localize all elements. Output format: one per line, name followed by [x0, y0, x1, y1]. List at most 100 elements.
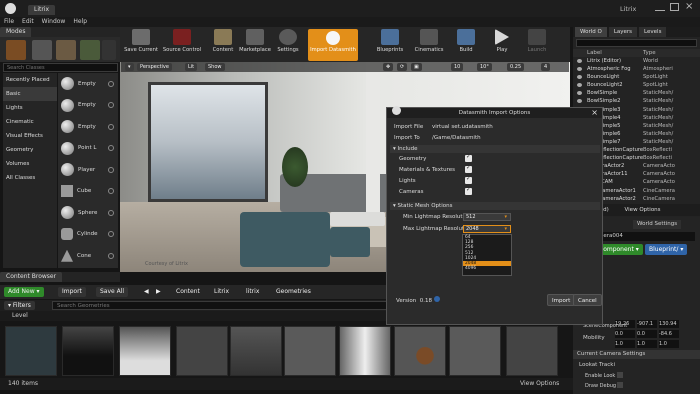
- category-geometry[interactable]: Geometry: [3, 143, 57, 157]
- place-item[interactable]: Point L: [58, 138, 118, 160]
- content-button[interactable]: Content: [210, 29, 236, 61]
- outliner-search-input[interactable]: [576, 39, 697, 47]
- path-content[interactable]: Content: [172, 287, 204, 297]
- tab-world-outliner[interactable]: World O: [575, 27, 607, 37]
- place-item[interactable]: Empty: [58, 95, 118, 117]
- tab-levels[interactable]: Levels: [639, 27, 667, 37]
- place-mode-button[interactable]: [6, 40, 26, 60]
- document-tab[interactable]: Litrix: [28, 5, 56, 15]
- materials-checkbox[interactable]: [465, 164, 472, 173]
- path-forward-button[interactable]: ▶: [152, 287, 165, 297]
- lightmap-option[interactable]: 4096: [463, 266, 511, 271]
- actor-name-field[interactable]: mera004: [595, 232, 695, 241]
- visibility-eye-icon[interactable]: [577, 91, 582, 96]
- marketplace-button[interactable]: Marketplace: [238, 29, 272, 61]
- geometry-checkbox[interactable]: [465, 153, 472, 162]
- cancel-dialog-button[interactable]: Cancel: [573, 294, 602, 306]
- lit-button[interactable]: Lit: [185, 63, 198, 71]
- place-item[interactable]: Cylinde: [58, 224, 118, 246]
- help-icon[interactable]: [108, 252, 114, 259]
- include-section[interactable]: ▾ Include: [390, 145, 600, 153]
- import-dialog-button[interactable]: Import: [547, 294, 576, 306]
- help-icon[interactable]: [108, 231, 114, 238]
- content-browser-tab[interactable]: Content Browser: [0, 272, 63, 282]
- minimize-button[interactable]: [655, 3, 665, 11]
- filters-button[interactable]: ▾ Filters: [4, 301, 35, 310]
- asset-tile[interactable]: [339, 326, 391, 376]
- save-all-button[interactable]: Save All: [96, 287, 129, 297]
- asset-tile[interactable]: [394, 326, 446, 376]
- min-lightmap-dropdown[interactable]: 512 ▾: [463, 213, 511, 221]
- category-cinematic[interactable]: Cinematic: [3, 115, 57, 129]
- cameras-checkbox[interactable]: [465, 186, 472, 195]
- source-control-button[interactable]: Source Control: [162, 29, 202, 61]
- foliage-mode-button[interactable]: [80, 40, 100, 60]
- scale-tool-button[interactable]: ▣: [411, 63, 422, 71]
- asset-tile[interactable]: [506, 326, 558, 376]
- visibility-eye-icon[interactable]: [577, 67, 582, 72]
- menu-file[interactable]: File: [0, 17, 18, 27]
- draw-debug-checkbox[interactable]: [617, 382, 623, 388]
- menu-help[interactable]: Help: [69, 17, 91, 27]
- modes-tab[interactable]: Modes: [0, 27, 32, 37]
- rotation-x[interactable]: 0.0: [615, 330, 635, 338]
- visibility-eye-icon[interactable]: [577, 99, 582, 104]
- play-button[interactable]: Play: [490, 29, 514, 61]
- category-all-classes[interactable]: All Classes: [3, 171, 57, 185]
- help-icon[interactable]: [108, 166, 114, 173]
- paint-mode-button[interactable]: [32, 40, 52, 60]
- help-icon[interactable]: [108, 102, 114, 109]
- max-lightmap-dropdown[interactable]: 2048 ▾: [463, 225, 511, 233]
- outliner-row[interactable]: Litrix (Editor) World: [573, 57, 700, 65]
- enable-look-checkbox[interactable]: [617, 372, 623, 378]
- path-geometries[interactable]: Geometries: [272, 287, 315, 297]
- rotate-tool-button[interactable]: ⟳: [397, 63, 408, 71]
- blueprint-button[interactable]: Blueprint/ ▾: [645, 244, 688, 255]
- place-item[interactable]: Cone: [58, 245, 118, 267]
- menu-edit[interactable]: Edit: [18, 17, 38, 27]
- category-basic[interactable]: Basic: [3, 87, 57, 101]
- place-item[interactable]: Cube: [58, 181, 118, 203]
- visibility-eye-icon[interactable]: [577, 83, 582, 88]
- blueprints-button[interactable]: Blueprints: [375, 29, 405, 61]
- tab-layers[interactable]: Layers: [608, 27, 638, 37]
- location-y[interactable]: -907.1: [637, 320, 657, 328]
- place-item[interactable]: Empty: [58, 116, 118, 138]
- help-icon[interactable]: [108, 80, 114, 87]
- settings-button[interactable]: Settings: [275, 29, 301, 61]
- scale-x[interactable]: 1.0: [615, 340, 635, 348]
- path-back-button[interactable]: ◀: [140, 287, 153, 297]
- world-settings-tab[interactable]: World Settings: [633, 220, 682, 229]
- scale-snap-value[interactable]: 0.25: [507, 63, 525, 71]
- rotation-y[interactable]: 0.0: [637, 330, 657, 338]
- content-view-options[interactable]: View Options: [520, 378, 559, 390]
- import-button[interactable]: Import: [58, 287, 86, 297]
- import-datasmith-button[interactable]: Import Datasmith: [308, 29, 358, 61]
- grid-snap-value[interactable]: 10: [451, 63, 464, 71]
- maximize-button[interactable]: [670, 3, 679, 11]
- geometry-mode-button[interactable]: [102, 40, 116, 60]
- asset-tile[interactable]: [62, 326, 114, 376]
- show-button[interactable]: Show: [205, 63, 225, 71]
- asset-tile[interactable]: [176, 326, 228, 376]
- asset-tile[interactable]: [230, 326, 282, 376]
- category-lights[interactable]: Lights: [3, 101, 57, 115]
- search-classes-input[interactable]: Search Classes: [3, 63, 118, 72]
- asset-tile[interactable]: [5, 326, 57, 376]
- dialog-close-icon[interactable]: ×: [591, 108, 598, 118]
- save-current-button[interactable]: Save Current: [123, 29, 159, 61]
- category-volumes[interactable]: Volumes: [3, 157, 57, 171]
- category-recently-placed[interactable]: Recently Placed: [3, 73, 57, 87]
- camera-speed-value[interactable]: 4: [541, 63, 551, 71]
- viewport-options-button[interactable]: ▾: [125, 63, 134, 71]
- outliner-row[interactable]: BounceLight2 SpotLight: [573, 81, 700, 89]
- help-icon[interactable]: [108, 188, 114, 195]
- visibility-eye-icon[interactable]: [577, 59, 582, 63]
- add-new-button[interactable]: Add New ▾: [4, 287, 44, 297]
- menu-window[interactable]: Window: [38, 17, 70, 27]
- label-column-header[interactable]: Label: [587, 49, 643, 57]
- help-icon[interactable]: [108, 145, 114, 152]
- cinematics-button[interactable]: Cinematics: [414, 29, 444, 61]
- help-icon[interactable]: [108, 209, 114, 216]
- place-item[interactable]: Empty: [58, 73, 118, 95]
